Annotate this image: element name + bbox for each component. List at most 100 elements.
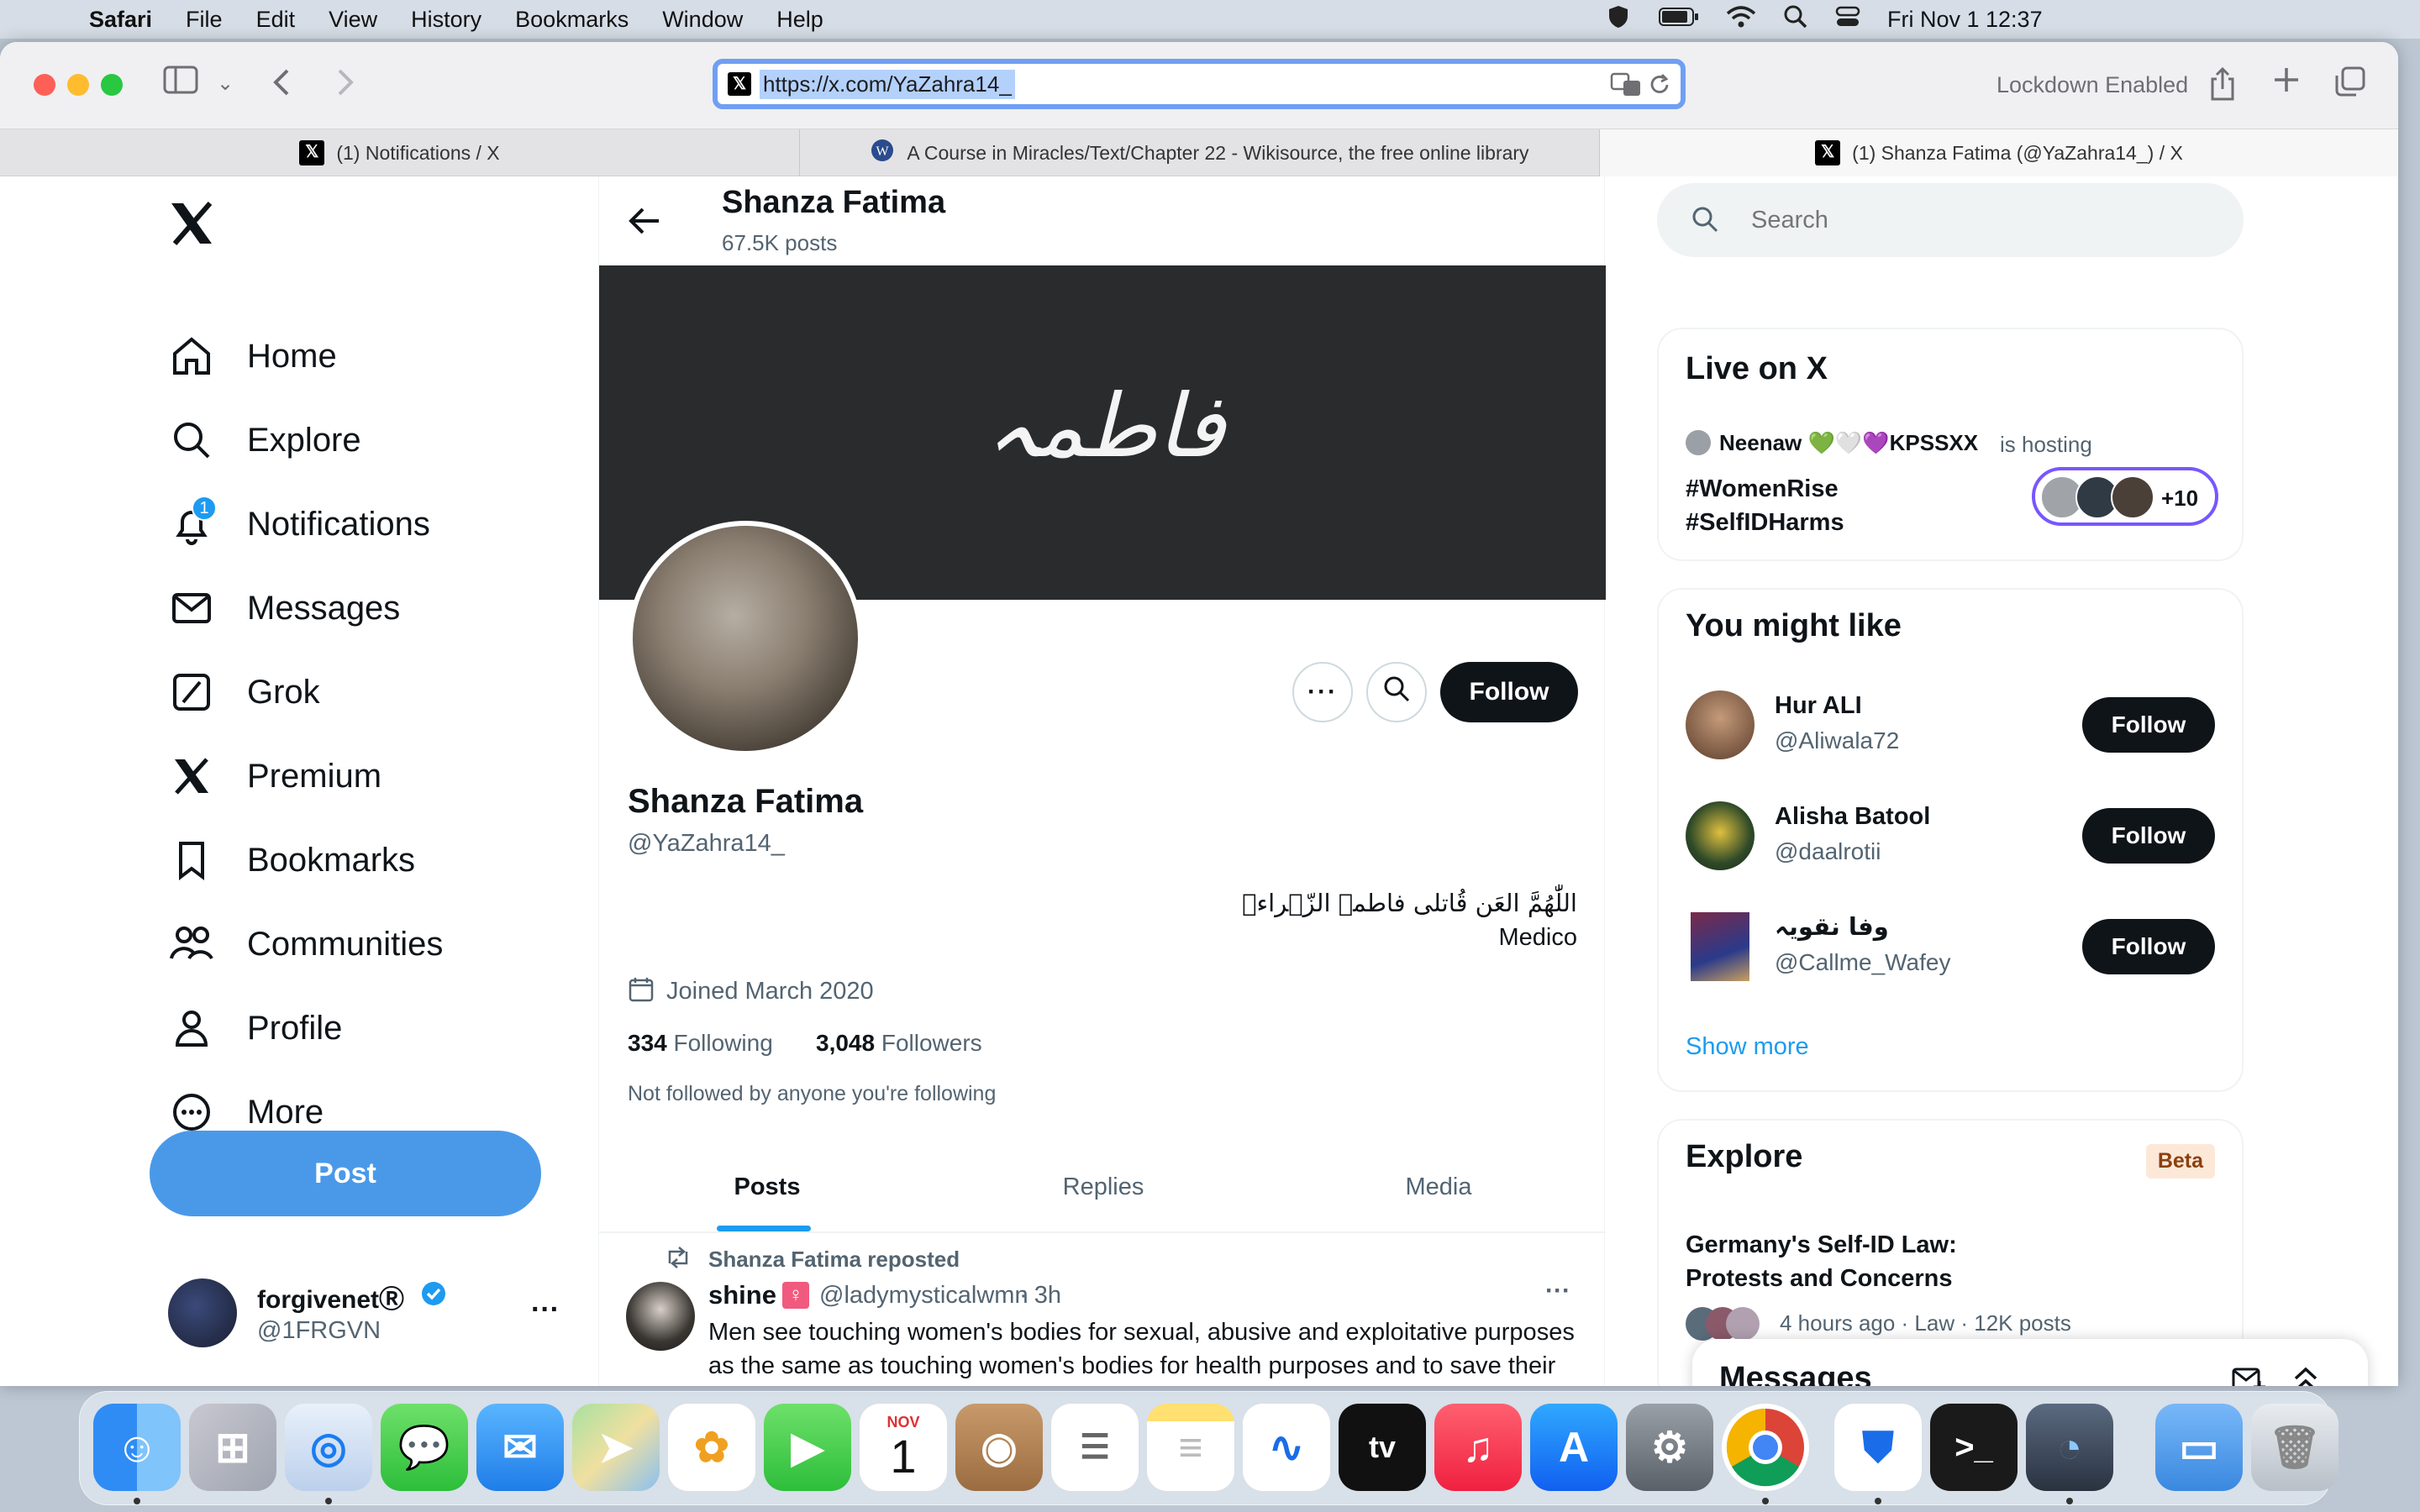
finder-icon[interactable]: ☺: [93, 1404, 181, 1491]
new-message-icon[interactable]: [2232, 1364, 2265, 1386]
post-item[interactable]: Shanza Fatima reposted shine ♀ @ladymyst…: [599, 1235, 1606, 1386]
menu-bookmarks[interactable]: Bookmarks: [515, 7, 629, 33]
post-author-name[interactable]: shine: [708, 1280, 776, 1310]
show-more-link[interactable]: Show more: [1686, 1033, 1809, 1061]
translate-icon[interactable]: [1610, 72, 1642, 103]
tab-posts[interactable]: Posts: [599, 1142, 935, 1231]
wifi-icon[interactable]: [1726, 5, 1756, 34]
reminders-icon[interactable]: ☰: [1051, 1404, 1139, 1491]
menu-window[interactable]: Window: [662, 7, 743, 33]
post-author-handle[interactable]: @ladymysticalwmn: [819, 1282, 1028, 1310]
defender-shield-icon[interactable]: ⛊: [1834, 1404, 1922, 1491]
safari-icon[interactable]: ◎: [285, 1404, 372, 1491]
tab-wikisource[interactable]: W A Course in Miracles/Text/Chapter 22 -…: [800, 129, 1629, 176]
nav-explore[interactable]: Explore: [168, 417, 361, 464]
back-icon[interactable]: [269, 66, 294, 108]
minimize-window-button[interactable]: [67, 74, 89, 96]
nav-home[interactable]: Home: [168, 333, 337, 380]
follow-button[interactable]: Follow: [2082, 919, 2215, 974]
search-input[interactable]: [1751, 202, 2205, 239]
zoom-window-button[interactable]: [101, 74, 123, 96]
quicktime-icon[interactable]: ◔: [2026, 1404, 2113, 1491]
nav-profile[interactable]: Profile: [168, 1005, 342, 1052]
messages-icon[interactable]: 💬: [381, 1404, 468, 1491]
menu-file[interactable]: File: [186, 7, 223, 33]
battery-icon[interactable]: [1659, 6, 1699, 34]
post-author-avatar[interactable]: [626, 1282, 695, 1351]
mail-icon[interactable]: ✉: [476, 1404, 564, 1491]
repost-label[interactable]: Shanza Fatima reposted: [708, 1247, 960, 1273]
freeform-icon[interactable]: ∿: [1243, 1404, 1330, 1491]
more-horizontal-icon[interactable]: ···: [1545, 1277, 1570, 1305]
more-horizontal-icon[interactable]: ···: [531, 1294, 560, 1326]
search-profile-button[interactable]: [1366, 662, 1427, 722]
address-bar[interactable]: 𝕏 https://x.com/YaZahra14_: [713, 59, 1686, 109]
system-settings-icon[interactable]: ⚙: [1626, 1404, 1713, 1491]
account-switcher[interactable]: forgivenetⓇ @1FRGVN ···: [168, 1275, 571, 1351]
live-participants[interactable]: +10: [2032, 467, 2218, 526]
chevron-down-icon[interactable]: ⌄: [217, 66, 234, 102]
share-icon[interactable]: [2208, 66, 2237, 111]
suggestion-name[interactable]: Alisha Batool: [1775, 803, 1930, 831]
reload-icon[interactable]: [1647, 72, 1672, 103]
forward-icon[interactable]: [333, 66, 358, 108]
live-host-name[interactable]: Neenaw 💚🤍💜KPSSXX: [1719, 430, 1978, 456]
nav-notifications[interactable]: 1 Notifications: [168, 496, 430, 548]
control-center-icon[interactable]: [1835, 4, 1860, 35]
tab-overview-icon[interactable]: [2334, 66, 2366, 106]
sidebar-toggle-icon[interactable]: [163, 66, 198, 102]
launchpad-icon[interactable]: ⊞: [189, 1404, 276, 1491]
chevron-up-icon[interactable]: [2291, 1364, 2321, 1386]
menubar-clock[interactable]: Fri Nov 1 12:37: [1887, 7, 2043, 33]
nav-grok[interactable]: Grok: [168, 669, 320, 716]
tab-profile[interactable]: 𝕏 (1) Shanza Fatima (@YaZahra14_) / X: [1600, 129, 2398, 176]
nav-messages[interactable]: Messages: [168, 585, 400, 632]
chrome-icon[interactable]: [1722, 1404, 1809, 1491]
follow-button[interactable]: Follow: [2082, 697, 2215, 753]
more-options-button[interactable]: ···: [1292, 662, 1353, 722]
tab-notifications[interactable]: 𝕏 (1) Notifications / X: [0, 129, 800, 176]
apple-tv-icon[interactable]: tv: [1339, 1404, 1426, 1491]
search-box[interactable]: [1657, 183, 2244, 257]
close-window-button[interactable]: [34, 74, 55, 96]
trash-icon[interactable]: 🗑: [2251, 1404, 2338, 1491]
menu-edit[interactable]: Edit: [256, 7, 296, 33]
follow-button[interactable]: Follow: [2082, 808, 2215, 864]
post-time[interactable]: · 3h: [1019, 1282, 1061, 1310]
live-topic-1[interactable]: #WomenRise: [1686, 475, 1839, 503]
suggestion-avatar[interactable]: [1691, 912, 1749, 981]
suggestion-name[interactable]: Hur ALI: [1775, 692, 1862, 720]
tab-replies[interactable]: Replies: [935, 1142, 1271, 1231]
menu-help[interactable]: Help: [776, 7, 823, 33]
maps-icon[interactable]: ➤: [572, 1404, 660, 1491]
follow-button[interactable]: Follow: [1440, 662, 1578, 722]
spotlight-icon[interactable]: [1783, 4, 1808, 35]
x-logo-icon[interactable]: [168, 200, 215, 251]
suggestion-avatar[interactable]: [1686, 801, 1754, 870]
app-store-icon[interactable]: A: [1530, 1404, 1618, 1491]
facetime-icon[interactable]: ▶: [764, 1404, 851, 1491]
terminal-icon[interactable]: >_: [1930, 1404, 2018, 1491]
calendar-app-icon[interactable]: NOV 1: [860, 1404, 947, 1491]
back-arrow-icon[interactable]: [628, 207, 661, 239]
suggestion-avatar[interactable]: [1686, 690, 1754, 759]
nav-communities[interactable]: Communities: [168, 921, 443, 968]
nav-premium[interactable]: Premium: [168, 753, 381, 800]
following-link[interactable]: 334 Following: [628, 1030, 773, 1057]
url-text[interactable]: https://x.com/YaZahra14_: [760, 69, 1015, 99]
contacts-icon[interactable]: ◉: [955, 1404, 1043, 1491]
followers-link[interactable]: 3,048 Followers: [816, 1030, 982, 1057]
new-tab-icon[interactable]: [2272, 66, 2301, 102]
nav-bookmarks[interactable]: Bookmarks: [168, 837, 415, 884]
tab-media[interactable]: Media: [1271, 1142, 1606, 1231]
messages-drawer[interactable]: Messages: [1692, 1339, 2368, 1386]
nav-more[interactable]: More: [168, 1089, 324, 1136]
explore-headline[interactable]: Germany's Self-ID Law: Protests and Conc…: [1686, 1228, 2055, 1295]
downloads-folder-icon[interactable]: ▭: [2155, 1404, 2243, 1491]
live-topic-2[interactable]: #SelfIDHarms: [1686, 509, 1844, 537]
menu-history[interactable]: History: [411, 7, 481, 33]
menu-view[interactable]: View: [329, 7, 377, 33]
post-button[interactable]: Post: [150, 1131, 541, 1216]
music-icon[interactable]: ♫: [1434, 1404, 1522, 1491]
profile-avatar[interactable]: [628, 521, 863, 756]
